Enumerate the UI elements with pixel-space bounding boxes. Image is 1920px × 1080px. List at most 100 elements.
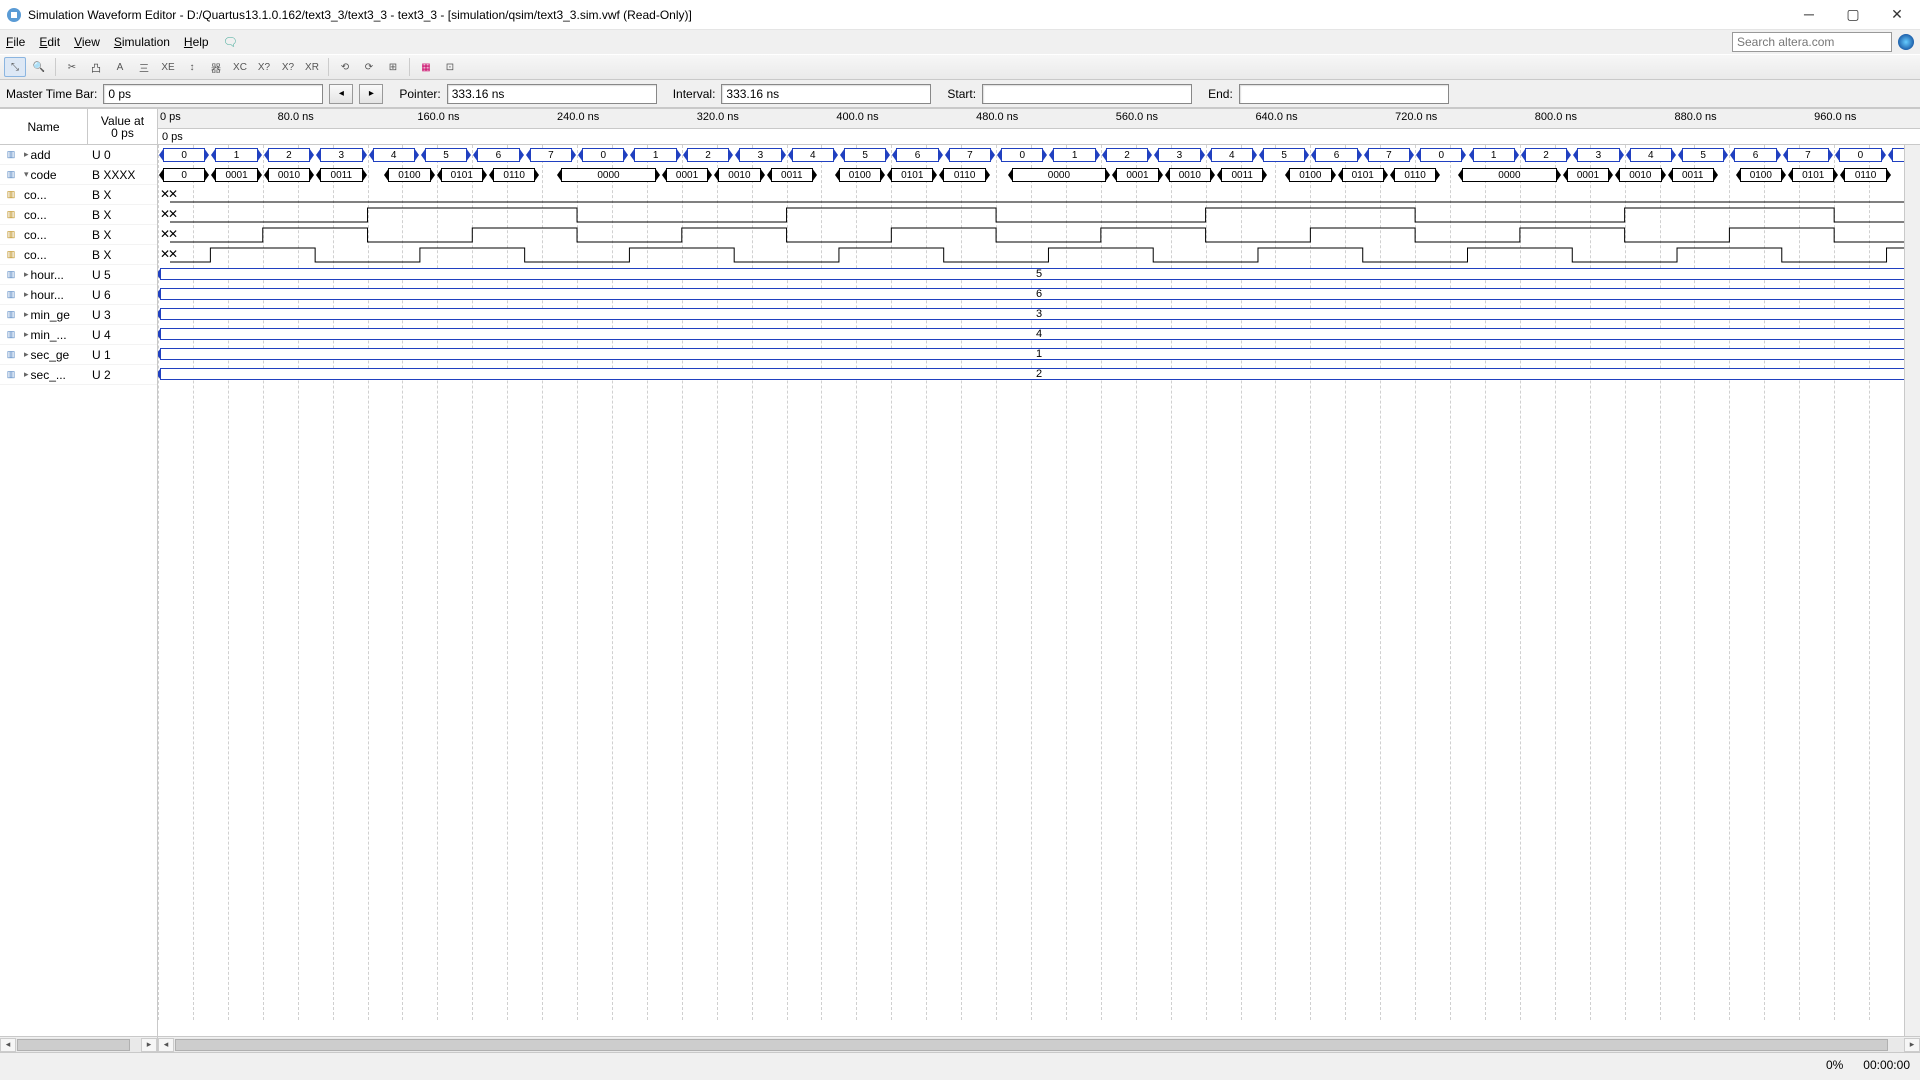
help-icon[interactable]: 🗨 — [223, 35, 238, 49]
interval-input[interactable] — [721, 84, 931, 104]
ruler-tick: 960.0 ns — [1814, 111, 1856, 123]
input-icon: ▥ — [0, 349, 22, 360]
tool-3[interactable]: 三 — [133, 57, 155, 77]
expand-icon[interactable]: ▸ — [24, 269, 29, 280]
bus-segment: 3 — [1158, 148, 1200, 162]
signal-row[interactable]: ▥▸sec_...U 2 — [0, 365, 157, 385]
bus-constant: 5 — [160, 268, 1918, 280]
col-name[interactable]: Name — [0, 109, 88, 144]
signal-row[interactable]: ▥co...B X — [0, 245, 157, 265]
bus-segment: 0010 — [1169, 168, 1211, 182]
signal-row[interactable]: ▥▸hour... U 5 — [0, 265, 157, 285]
ruler-zero: 0 ps — [160, 111, 181, 123]
bus-segment: 0110 — [493, 168, 535, 182]
menu-help[interactable]: Help — [184, 35, 209, 49]
signal-row[interactable]: ▥▸sec_geU 1 — [0, 345, 157, 365]
expand-icon[interactable]: ▸ — [24, 329, 29, 340]
bus-segment: 0101 — [1342, 168, 1384, 182]
tool-xe[interactable]: XE — [157, 57, 179, 77]
tool-pointer[interactable]: ⤡ — [4, 57, 26, 77]
pointer-input[interactable] — [447, 84, 657, 104]
waveform-panel[interactable]: 0 ps 80.0 ns160.0 ns240.0 ns320.0 ns400.… — [158, 109, 1920, 1052]
tool-4[interactable]: ↕ — [181, 57, 203, 77]
tool-10[interactable]: ⊡ — [439, 57, 461, 77]
signal-value: U 0 — [88, 148, 157, 162]
bus-constant: 3 — [160, 308, 1918, 320]
wave-hscroll[interactable]: ◂▸ — [158, 1036, 1920, 1052]
bus-segment: 0000 — [1012, 168, 1107, 182]
signal-row[interactable]: ▥▸min_geU 3 — [0, 305, 157, 325]
tool-xc[interactable]: XC — [229, 57, 251, 77]
end-input[interactable] — [1239, 84, 1449, 104]
signal-name: hour... — [31, 268, 64, 282]
expand-icon[interactable]: ▸ — [24, 349, 29, 360]
ruler-tick: 240.0 ns — [557, 111, 599, 123]
menu-view[interactable]: View — [74, 35, 100, 49]
expand-icon[interactable]: ▸ — [24, 289, 29, 300]
search-input[interactable]: Search altera.com — [1732, 32, 1892, 52]
tool-xr[interactable]: XR — [301, 57, 323, 77]
signal-row[interactable]: ▥▾codeB XXXX — [0, 165, 157, 185]
bus-constant: 4 — [160, 328, 1918, 340]
wave-vscroll[interactable] — [1904, 145, 1920, 1036]
bus-segment: 2 — [1525, 148, 1567, 162]
signal-row[interactable]: ▥▸min_...U 4 — [0, 325, 157, 345]
signal-row[interactable]: ▥co...B X — [0, 225, 157, 245]
menu-simulation[interactable]: Simulation — [114, 35, 170, 49]
bus-segment: 4 — [373, 148, 415, 162]
expand-icon[interactable]: ▾ — [24, 169, 29, 180]
bus-segment: 7 — [949, 148, 991, 162]
bus-segment: 0 — [582, 148, 624, 162]
signal-row[interactable]: ▥▸hour...U 6 — [0, 285, 157, 305]
waveform-area[interactable]: 0123456701234567012345670123456701000010… — [158, 145, 1920, 1036]
master-time-input[interactable] — [103, 84, 323, 104]
ruler-tick: 640.0 ns — [1255, 111, 1297, 123]
bus-segment: 1 — [1053, 148, 1095, 162]
globe-icon[interactable] — [1898, 34, 1914, 50]
tool-x2[interactable]: X? — [277, 57, 299, 77]
bus-constant: 1 — [160, 348, 1918, 360]
bus-segment: 0000 — [561, 168, 656, 182]
signal-name: min_ge — [31, 308, 70, 322]
tool-2[interactable]: 凸 — [85, 57, 107, 77]
signal-value: B XXXX — [88, 168, 157, 182]
input-icon: ▥ — [0, 269, 22, 280]
bus-segment: 0100 — [388, 168, 430, 182]
time-prev-button[interactable]: ◂ — [329, 84, 353, 104]
start-input[interactable] — [982, 84, 1192, 104]
signal-row[interactable]: ▥▸addU 0 — [0, 145, 157, 165]
signal-value: U 5 — [88, 268, 157, 282]
tool-8[interactable]: ⊞ — [382, 57, 404, 77]
close-button[interactable]: ✕ — [1884, 6, 1910, 23]
menu-edit[interactable]: Edit — [39, 35, 60, 49]
tool-9[interactable]: ▦ — [415, 57, 437, 77]
app-icon — [6, 7, 22, 23]
tool-zoom[interactable]: 🔍 — [28, 57, 50, 77]
signal-row[interactable]: ▥co...B X — [0, 205, 157, 225]
signal-name: min_... — [31, 328, 67, 342]
maximize-button[interactable]: ▢ — [1840, 6, 1866, 23]
bus-segment: 1 — [634, 148, 676, 162]
col-value[interactable]: Value at 0 ps — [88, 109, 157, 144]
tool-x1[interactable]: X? — [253, 57, 275, 77]
expand-icon[interactable]: ▸ — [24, 149, 29, 160]
bus-segment: 0101 — [891, 168, 933, 182]
bus-segment: 0 — [163, 148, 205, 162]
time-next-button[interactable]: ▸ — [359, 84, 383, 104]
signal-row[interactable]: ▥co...B X — [0, 185, 157, 205]
tool-a[interactable]: A — [109, 57, 131, 77]
menu-file[interactable]: File — [6, 35, 25, 49]
minimize-button[interactable]: ─ — [1796, 6, 1822, 23]
left-hscroll[interactable]: ◂▸ — [0, 1036, 157, 1052]
start-label: Start: — [947, 87, 976, 101]
expand-icon[interactable]: ▸ — [24, 369, 29, 380]
tool-6[interactable]: ⟲ — [334, 57, 356, 77]
signal-value: U 6 — [88, 288, 157, 302]
time-ruler[interactable]: 0 ps 80.0 ns160.0 ns240.0 ns320.0 ns400.… — [158, 109, 1920, 129]
signal-value: U 1 — [88, 348, 157, 362]
tool-1[interactable]: ✂ — [61, 57, 83, 77]
expand-icon[interactable]: ▸ — [24, 309, 29, 320]
signal-value: B X — [88, 208, 157, 222]
tool-5[interactable]: 器 — [205, 57, 227, 77]
tool-7[interactable]: ⟳ — [358, 57, 380, 77]
